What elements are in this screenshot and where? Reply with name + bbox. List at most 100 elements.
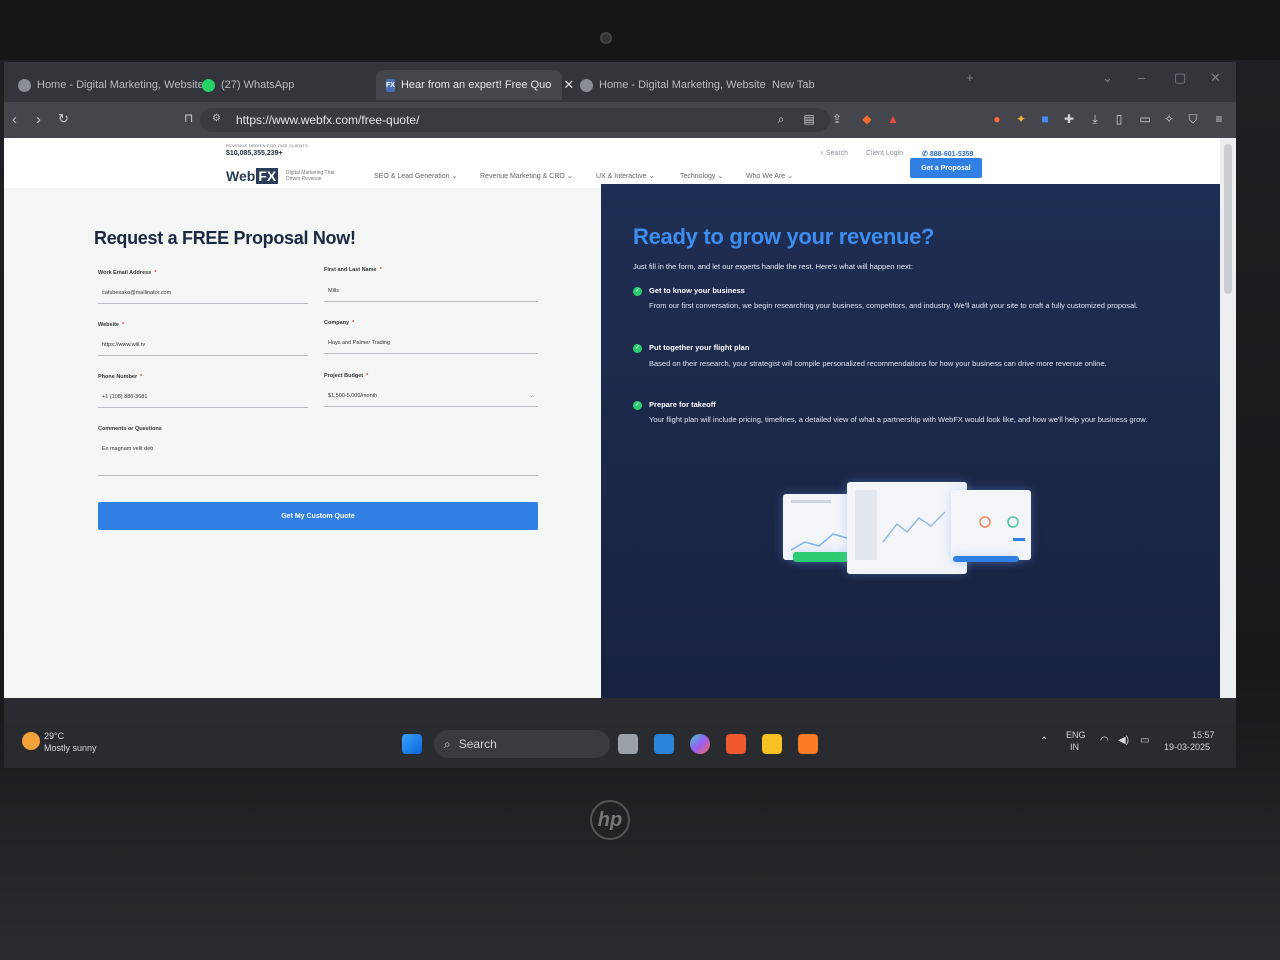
comments-textarea[interactable]: Ex magnam velit deb xyxy=(98,438,538,476)
nav-revenue-marketing[interactable]: Revenue Marketing & CRO ⌄ xyxy=(480,172,573,180)
window-close-icon[interactable]: ✕ xyxy=(1210,70,1221,86)
site-settings-icon[interactable]: ⚙ xyxy=(212,113,221,124)
budget-select[interactable]: $1,500-5,000/month ⌄ xyxy=(324,385,538,407)
chevron-up-icon[interactable]: ⌃ xyxy=(1040,736,1048,747)
mock-gauge-card xyxy=(951,490,1031,560)
email-label: Work Email Address * xyxy=(98,270,157,276)
site-search[interactable]: ⌕ Search xyxy=(820,150,848,158)
address-bar[interactable]: ⚙ https://www.webfx.com/free-quote/ xyxy=(200,108,830,132)
scroll-thumb[interactable] xyxy=(1224,144,1232,294)
nav-label: Technology xyxy=(680,173,716,180)
share-icon[interactable]: ⇪ xyxy=(830,112,844,126)
reader-icon[interactable]: ▤ xyxy=(802,112,816,126)
label-text: Project Budget xyxy=(324,373,364,379)
mock-gauge-graphic xyxy=(979,516,1025,541)
sidebar-icon[interactable]: ▯ xyxy=(1112,112,1126,126)
phone-link[interactable]: ✆ 888-601-5359 xyxy=(922,150,973,158)
panel-intro: Just fill in the form, and let our exper… xyxy=(633,262,913,271)
weather-temp[interactable]: 29°C xyxy=(44,731,64,741)
volume-icon[interactable]: ◀) xyxy=(1118,735,1129,746)
tab-new[interactable]: New Tab xyxy=(762,70,825,100)
clock-date[interactable]: 19-03-2025 xyxy=(1164,742,1210,752)
tab-label: New Tab xyxy=(772,79,815,91)
mock-main-graphic xyxy=(855,490,946,560)
url-text: https://www.webfx.com/free-quote/ xyxy=(236,113,420,127)
language-label[interactable]: ENG xyxy=(1066,730,1086,740)
check-icon: ✓ xyxy=(633,287,642,296)
tab-home-2[interactable]: Home - Digital Marketing, Website xyxy=(570,70,776,100)
nav-label: UX & Interactive xyxy=(596,173,647,180)
client-login-link[interactable]: Client Login xyxy=(866,150,903,157)
back-icon[interactable]: ‹ xyxy=(12,111,17,128)
weather-desc[interactable]: Mostly sunny xyxy=(44,743,97,753)
zoom-icon[interactable]: ⌕ xyxy=(774,112,788,126)
dashboard-illustration xyxy=(783,482,1033,586)
phone-field[interactable]: +1 (108) 886-3681 xyxy=(98,386,308,408)
region-label[interactable]: IN xyxy=(1070,742,1079,752)
tab-home-1[interactable]: Home - Digital Marketing, Website xyxy=(8,70,214,100)
label-text: Work Email Address xyxy=(98,270,152,276)
tab-free-quote[interactable]: FX Hear from an expert! Free Quo ✕ xyxy=(376,70,574,100)
new-tab-icon[interactable]: + xyxy=(966,70,974,85)
step-title: Put together your flight plan xyxy=(649,343,750,352)
windows-start-icon[interactable] xyxy=(402,734,422,754)
step-body: From our first conversation, we begin re… xyxy=(649,301,1138,310)
extension-icon[interactable]: ● xyxy=(990,112,1004,126)
bookmark-icon[interactable]: ⊓ xyxy=(184,111,193,125)
tab-label: Hear from an expert! Free Quo xyxy=(400,79,552,91)
webfx-icon: FX xyxy=(386,78,395,92)
tab-whatsapp[interactable]: (27) WhatsApp xyxy=(192,70,304,100)
brave-shield-icon[interactable]: ◆ xyxy=(860,112,874,126)
chevron-down-icon[interactable]: ⌄ xyxy=(1102,70,1113,86)
phone-label: Phone Number * xyxy=(98,374,143,380)
company-field[interactable]: Hays and Palmer Trading xyxy=(324,332,538,354)
nav-seo[interactable]: SEO & Lead Generation ⌄ xyxy=(374,172,457,180)
logo-fx: FX xyxy=(256,168,279,184)
brave-rewards-icon[interactable]: ▲ xyxy=(886,112,900,126)
website-field[interactable]: https://www.wili.tv xyxy=(98,334,308,356)
battery-icon[interactable]: ▭ xyxy=(1140,735,1149,746)
name-label: First and Last Name * xyxy=(324,267,382,273)
extension-icon[interactable]: ■ xyxy=(1038,112,1052,126)
webfx-logo[interactable]: Web FX xyxy=(226,168,279,184)
get-proposal-button[interactable]: Get a Proposal xyxy=(910,158,982,178)
wallet-icon[interactable]: ▭ xyxy=(1138,112,1152,126)
search-icon: ⌕ xyxy=(444,736,451,751)
globe-icon xyxy=(18,78,31,92)
menu-icon[interactable]: ≡ xyxy=(1212,112,1226,126)
hp-logo: hp xyxy=(590,800,630,840)
brave-icon[interactable] xyxy=(726,734,746,754)
name-field[interactable]: Mills xyxy=(324,280,538,302)
tab-label: Home - Digital Marketing, Website xyxy=(599,79,766,91)
forward-icon[interactable]: › xyxy=(36,111,41,128)
nav-ux[interactable]: UX & Interactive ⌄ xyxy=(596,172,654,180)
weather-icon[interactable] xyxy=(22,732,40,750)
xampp-icon[interactable] xyxy=(798,734,818,754)
comments-label: Comments or Questions xyxy=(98,426,162,432)
leo-icon[interactable]: ✧ xyxy=(1162,112,1176,126)
step-title: Get to know your business xyxy=(649,286,745,295)
taskbar-search[interactable]: ⌕ Search xyxy=(434,730,610,758)
get-custom-quote-button[interactable]: Get My Custom Quote xyxy=(98,502,538,530)
clock-time[interactable]: 15:57 xyxy=(1192,730,1215,740)
site-header: REVENUE DRIVEN FOR OUR CLIENTS $10,085,3… xyxy=(4,138,1220,188)
puzzle-icon[interactable]: ✚ xyxy=(1062,112,1076,126)
minimize-icon[interactable]: – xyxy=(1138,70,1145,85)
browser-toolbar: ‹ › ↻ ⊓ ⚙ https://www.webfx.com/free-quo… xyxy=(4,102,1236,138)
extension-icon[interactable]: ✦ xyxy=(1014,112,1028,126)
email-field[interactable]: cafubexako@mailinator.com xyxy=(98,282,308,304)
mock-blue-bar xyxy=(953,556,1019,562)
nav-who-we-are[interactable]: Who We Are ⌄ xyxy=(746,172,793,180)
label-text: First and Last Name xyxy=(324,267,377,273)
file-explorer-icon[interactable] xyxy=(762,734,782,754)
nav-technology[interactable]: Technology ⌄ xyxy=(680,172,723,180)
task-view-icon[interactable] xyxy=(618,734,638,754)
download-icon[interactable]: ⤓ xyxy=(1088,112,1102,126)
nav-label: SEO & Lead Generation xyxy=(374,173,450,180)
maximize-icon[interactable]: ▢ xyxy=(1174,70,1186,86)
reload-icon[interactable]: ↻ xyxy=(58,111,69,127)
vscode-icon[interactable] xyxy=(654,734,674,754)
copilot-icon[interactable] xyxy=(690,734,710,754)
wifi-icon[interactable]: ◠ xyxy=(1100,735,1109,746)
vpn-icon[interactable]: ⛉ xyxy=(1186,112,1200,126)
